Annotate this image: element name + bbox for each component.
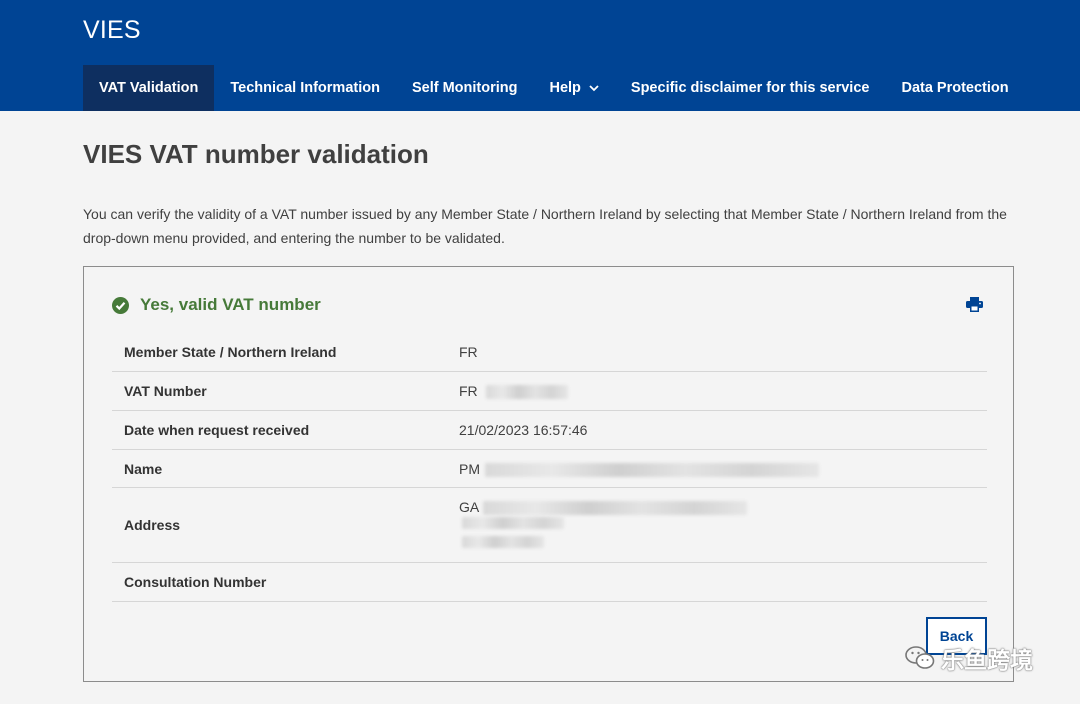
nav-item-vat-validation[interactable]: VAT Validation — [83, 65, 215, 111]
nav-item-technical-information[interactable]: Technical Information — [214, 65, 396, 111]
result-table: Member State / Northern Ireland FR VAT N… — [112, 333, 987, 602]
row-value-wrap: PM — [459, 461, 819, 478]
table-row-address: Address GA — [112, 488, 987, 563]
print-icon[interactable] — [966, 297, 983, 312]
row-label: Member State / Northern Ireland — [124, 344, 337, 360]
row-label: VAT Number — [124, 383, 207, 399]
main-nav: VAT Validation Technical Information Sel… — [83, 65, 1025, 111]
result-status: Yes, valid VAT number — [112, 295, 321, 315]
intro-text: You can verify the validity of a VAT num… — [83, 206, 1007, 246]
wechat-icon — [905, 646, 935, 669]
row-label: Date when request received — [124, 422, 310, 438]
redacted-block — [484, 463, 819, 478]
nav-item-label: Help — [549, 80, 581, 96]
table-row-name: Name PM — [112, 450, 987, 488]
row-value: GA — [459, 499, 479, 515]
row-value: 21/02/2023 16:57:46 — [459, 422, 588, 438]
redacted-block — [483, 501, 748, 516]
table-row-consultation-number: Consultation Number — [112, 563, 987, 602]
row-value: PM — [459, 461, 480, 477]
row-value: FR — [459, 344, 478, 360]
redacted-block — [462, 536, 544, 548]
row-value-wrap: FR — [459, 383, 568, 400]
page-title: VIES VAT number validation — [83, 139, 429, 169]
nav-item-label: Technical Information — [230, 80, 380, 96]
nav-item-help[interactable]: Help — [533, 65, 614, 111]
result-card: Yes, valid VAT number Member State / Nor… — [83, 266, 1014, 682]
row-label: Consultation Number — [124, 574, 267, 590]
check-circle-icon — [112, 296, 129, 314]
row-label: Address — [124, 517, 181, 533]
nav-item-label: Self Monitoring — [411, 80, 518, 96]
redacted-block — [462, 517, 564, 529]
nav-item-label: Specific disclaimer for this service — [630, 80, 870, 96]
result-status-text: Yes, valid VAT number — [140, 295, 321, 314]
nav-item-label: Data Protection — [901, 80, 1009, 96]
row-label: Name — [124, 461, 163, 477]
nav-item-data-protection[interactable]: Data Protection — [885, 65, 1024, 111]
site-header: VIES VAT Validation Technical Informatio… — [0, 0, 1080, 111]
site-title[interactable]: VIES — [83, 16, 141, 45]
nav-item-specific-disclaimer[interactable]: Specific disclaimer for this service — [615, 65, 886, 111]
row-value-wrap: GA — [459, 499, 748, 516]
watermark-text: 乐鱼跨境 — [941, 647, 1033, 673]
chevron-down-icon — [589, 85, 599, 92]
nav-item-self-monitoring[interactable]: Self Monitoring — [396, 65, 534, 111]
table-row-member-state: Member State / Northern Ireland FR — [112, 333, 987, 372]
redacted-block — [485, 385, 568, 400]
table-row-date: Date when request received 21/02/2023 16… — [112, 411, 987, 450]
table-row-vat-number: VAT Number FR — [112, 372, 987, 411]
nav-item-label: VAT Validation — [99, 80, 199, 96]
watermark: 乐鱼跨境 — [905, 641, 1033, 675]
row-value: FR — [459, 383, 478, 399]
